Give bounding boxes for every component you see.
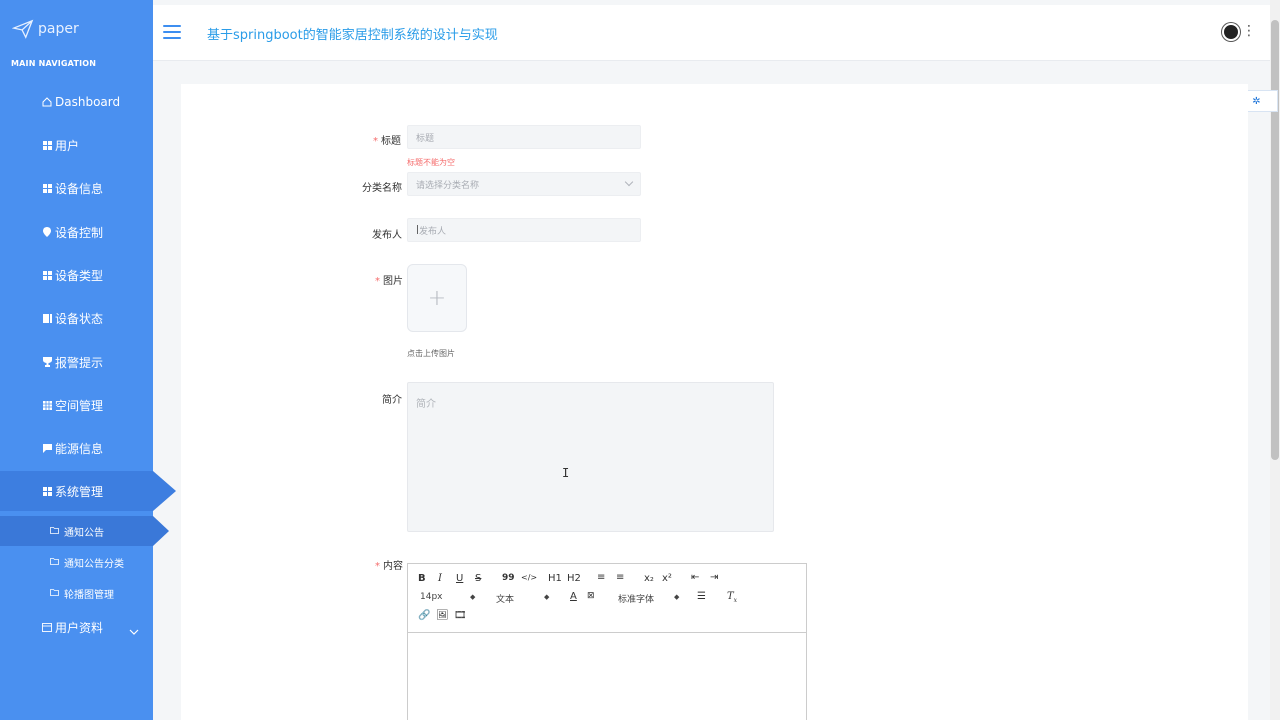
plus-icon: + [427, 285, 447, 311]
intro-label: 简介 [382, 395, 402, 406]
sidebar-item-label: 设备信息 [55, 181, 104, 196]
sidebar-item-energy[interactable]: 能源信息 [0, 428, 153, 468]
chevron-up-icon [154, 485, 164, 499]
align-icon[interactable]: ☰ [697, 591, 706, 602]
font-color-button[interactable]: A [570, 591, 577, 602]
grid-icon [42, 486, 52, 496]
sidebar-item-alarm[interactable]: 报警提示 [0, 342, 153, 382]
page-title: 基于springboot的智能家居控制系统的设计与实现 [207, 28, 498, 43]
bullet-list-button[interactable]: ≡ [616, 572, 624, 583]
sidebar-item-label: 设备状态 [55, 311, 104, 326]
sidebar-subitem-carousel[interactable]: 轮播图管理 [0, 578, 153, 608]
settings-icon[interactable]: ✲ [1252, 96, 1260, 107]
sidebar-item-device-control[interactable]: 设备控制 [0, 212, 153, 252]
sidebar-item-label: 用户 [55, 138, 80, 153]
paper-plane-icon [12, 19, 34, 39]
avatar[interactable] [1222, 23, 1240, 41]
sidebar-subitem-label: 通知公告 [64, 527, 104, 539]
italic-button[interactable]: I [438, 573, 442, 584]
chat-icon [42, 443, 52, 453]
image-label: * 图片 [375, 276, 403, 287]
trophy-icon [42, 357, 52, 367]
title-input[interactable]: 标题 [407, 125, 641, 149]
clear-format-icon[interactable]: Tx [727, 591, 737, 604]
rich-text-editor: B I U S 99 </> H1 H2 ≡ ≡ x₂ x² ⇤ ⇥ 14px ◆… [407, 563, 807, 720]
sidebar-item-device-info[interactable]: 设备信息 [0, 168, 153, 208]
bold-button[interactable]: B [418, 573, 426, 584]
sidebar-item-profile[interactable]: 用户资料 [0, 607, 153, 647]
header-picker[interactable]: 文本 ◆ [496, 592, 554, 605]
sidebar-item-label: 用户资料 [55, 620, 104, 635]
folder-icon [50, 557, 60, 567]
publisher-input[interactable]: | 发布人 [407, 218, 641, 242]
sidebar-subitem-label: 轮播图管理 [64, 589, 114, 601]
top-header: 基于springboot的智能家居控制系统的设计与实现 ⋮ [153, 5, 1270, 61]
sidebar-subitem-label: 通知公告分类 [64, 558, 124, 570]
title-error: 标题不能为空 [407, 158, 455, 167]
h2-button[interactable]: H2 [567, 573, 581, 584]
nav-title: MAIN NAVIGATION [11, 59, 97, 68]
sidebar: paper MAIN NAVIGATION Dashboard 用户 设备信息 … [0, 0, 176, 720]
chevron-down-icon [624, 177, 634, 187]
underline-button[interactable]: U [456, 573, 463, 584]
sidebar-item-label: Dashboard [55, 95, 121, 109]
sidebar-item-label: 系统管理 [55, 484, 104, 499]
code-block-button[interactable]: </> [521, 573, 537, 582]
scrollbar-thumb[interactable] [1271, 20, 1279, 460]
grid-icon [42, 270, 52, 280]
sidebar-item-users[interactable]: 用户 [0, 125, 153, 165]
upload-hint: 点击上传图片 [407, 349, 455, 358]
subscript-button[interactable]: x₂ [644, 573, 654, 584]
content-label: * 内容 [375, 561, 403, 572]
font-family-picker[interactable]: 标准字体 ◆ [618, 592, 682, 605]
sidebar-subitem-notice[interactable]: 通知公告 [0, 516, 169, 546]
home-icon [42, 97, 52, 107]
sidebar-item-label: 空间管理 [55, 398, 104, 413]
title-label: * 标题 [373, 136, 401, 147]
chevron-down-icon [129, 624, 139, 638]
sidebar-item-dashboard[interactable]: Dashboard [0, 82, 153, 122]
book-icon [42, 313, 52, 323]
sidebar-item-device-status[interactable]: 设备状态 [0, 298, 153, 338]
image-upload-button[interactable]: + [407, 264, 467, 332]
editor-toolbar: B I U S 99 </> H1 H2 ≡ ≡ x₂ x² ⇤ ⇥ 14px ◆… [408, 564, 806, 633]
intro-textarea[interactable]: 简介 [407, 382, 774, 532]
folder-icon [50, 526, 60, 536]
sidebar-item-label: 设备类型 [55, 268, 104, 283]
ordered-list-button[interactable]: ≡ [597, 572, 605, 583]
h1-button[interactable]: H1 [548, 573, 562, 584]
grid-icon [42, 140, 52, 150]
image-icon[interactable]: 🖼 [436, 610, 449, 621]
indent-button[interactable]: ⇥ [710, 572, 718, 583]
brand[interactable]: paper [12, 18, 79, 40]
sidebar-subitem-notice-category[interactable]: 通知公告分类 [0, 547, 153, 577]
category-select[interactable]: 请选择分类名称 [407, 172, 641, 196]
grid-icon [42, 400, 52, 410]
blockquote-button[interactable]: 99 [502, 573, 515, 583]
folder-icon [50, 588, 60, 598]
outdent-button[interactable]: ⇤ [691, 572, 699, 583]
text-cursor-icon: I [562, 466, 570, 480]
sidebar-item-label: 报警提示 [55, 355, 104, 370]
category-label: 分类名称 [362, 183, 402, 194]
font-size-picker[interactable]: 14px ◆ [420, 592, 478, 602]
sidebar-item-device-type[interactable]: 设备类型 [0, 255, 153, 295]
superscript-button[interactable]: x² [662, 573, 672, 584]
background-color-button[interactable]: ⊠ [587, 591, 595, 601]
sidebar-item-system[interactable]: 系统管理 [0, 471, 176, 511]
editor-content-area[interactable] [408, 633, 806, 720]
publisher-label: 发布人 [372, 230, 402, 241]
grid-icon [42, 183, 52, 193]
sidebar-item-space[interactable]: 空间管理 [0, 385, 153, 425]
brand-name: paper [38, 21, 79, 37]
strike-button[interactable]: S [475, 573, 481, 584]
pin-icon [42, 227, 52, 237]
link-icon[interactable]: 🔗 [418, 610, 430, 621]
calendar-icon [42, 622, 52, 632]
video-icon[interactable]: 🎞 [454, 610, 467, 621]
sidebar-item-label: 设备控制 [55, 225, 104, 240]
more-vertical-icon[interactable]: ⋮ [1242, 24, 1256, 38]
sidebar-item-label: 能源信息 [55, 441, 104, 456]
menu-toggle-icon[interactable] [163, 25, 181, 39]
